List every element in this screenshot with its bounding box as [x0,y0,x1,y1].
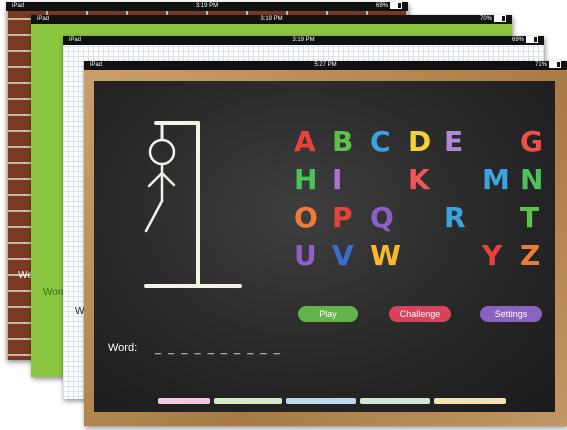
status-time: 3:19 PM [260,16,283,22]
letter-key-h[interactable]: H [294,166,317,194]
battery-percent: 71% [534,62,547,69]
letter-key-g[interactable]: G [520,128,543,156]
battery-fill [391,3,398,8]
play-button[interactable]: Play [298,306,358,322]
letter-grid: ABCDE G HI K MN OPQ R T UVW YZ [94,81,555,412]
status-time: 3:19 PM [195,3,219,9]
letter-key-c[interactable]: C [370,128,391,156]
battery-icon [390,2,402,9]
status-bar: iPad 3:19 PM 70% [31,15,512,24]
letter-key-e[interactable]: E [444,128,463,156]
letter-key-b[interactable]: B [332,128,353,156]
letter-key-v[interactable]: V [332,242,354,270]
letter-key-d[interactable]: D [408,128,431,156]
battery-indicator: 69% [512,36,538,45]
status-time: 5:27 PM [314,62,337,68]
letter-key-q[interactable]: Q [370,204,394,232]
chalk-piece-green [214,398,282,404]
letter-key-m[interactable]: M [482,166,510,194]
battery-fill [495,16,502,21]
chalk-piece-yellow [434,398,506,404]
letter-key-n[interactable]: N [520,166,543,194]
status-time: 3:19 PM [292,37,315,43]
battery-icon [494,15,506,22]
letter-key-r[interactable]: R [444,204,466,232]
battery-fill [527,37,534,42]
wooden-frame: ABCDE G HI K MN OPQ R T UVW YZ Play Challenge Set… [84,70,567,426]
battery-indicator: 71% [535,61,561,70]
letter-key-k[interactable]: K [408,166,430,194]
letter-key-u[interactable]: U [294,242,317,270]
chalk-piece-blue [286,398,356,404]
word-blanks: _ _ _ _ _ _ _ _ _ _ [155,343,282,355]
battery-icon [549,61,561,68]
challenge-button[interactable]: Challenge [389,306,451,322]
letter-key-w[interactable]: W [370,242,401,270]
battery-percent: 69% [511,37,524,44]
chalk-piece-pink [158,398,210,404]
letter-key-a[interactable]: A [294,128,316,156]
chalkboard: ABCDE G HI K MN OPQ R T UVW YZ Play Challenge Set… [94,81,555,412]
battery-icon [526,36,538,43]
status-bar: iPad 3:19 PM 69% [63,36,544,45]
word-label: Word: [108,342,138,354]
letter-key-i[interactable]: I [332,166,342,194]
letter-key-t[interactable]: T [520,204,539,232]
battery-indicator: 70% [480,15,506,24]
status-bar: iPad 3:19 PM 69% [6,2,408,11]
battery-fill [550,62,558,67]
chalk-piece-mint [360,398,430,404]
status-bar: iPad 5:27 PM 71% [84,61,567,70]
letter-key-z[interactable]: Z [520,242,540,270]
letter-key-y[interactable]: Y [482,242,502,270]
screen-chalkboard-theme: iPad 5:27 PM 71% ABCDE G HI K MN OPQ R T UVW YZ P… [84,61,567,426]
battery-percent: 70% [479,16,492,23]
letter-key-p[interactable]: P [332,204,353,232]
letter-key-o[interactable]: O [294,204,318,232]
battery-indicator: 69% [376,2,402,11]
settings-button[interactable]: Settings [480,306,542,322]
battery-percent: 69% [375,3,388,10]
